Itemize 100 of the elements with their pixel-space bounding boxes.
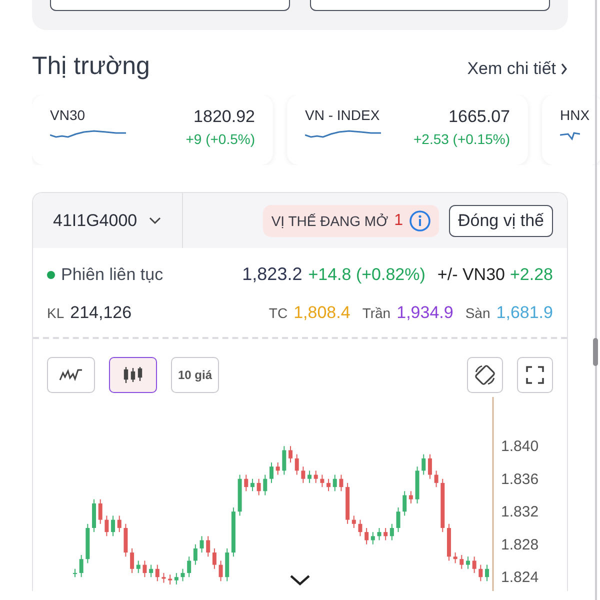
candle: [225, 548, 230, 582]
price-change: +14.8 (+0.82%): [308, 265, 426, 285]
action-button[interactable]: [310, 0, 550, 11]
axis-label: 1.840: [501, 438, 539, 456]
axis-label: 1.828: [501, 536, 539, 554]
candle: [200, 536, 204, 554]
candle: [370, 532, 375, 545]
candle: [193, 544, 198, 566]
candle: [326, 478, 331, 492]
reference-label: TC: [268, 305, 288, 321]
sparkline: [560, 129, 580, 141]
candle: [174, 572, 178, 585]
price-levels-button[interactable]: 10 giá: [171, 357, 220, 393]
candle: [485, 564, 489, 582]
candle: [332, 474, 337, 492]
floor-label: Sàn: [465, 305, 490, 321]
candle: [73, 568, 77, 578]
candle: [434, 470, 438, 488]
symbol-selector[interactable]: 41I1G4000: [33, 193, 183, 248]
action-button[interactable]: [50, 0, 290, 11]
index-card[interactable]: VN30 1820.92 +9 (+0.5%): [32, 95, 273, 165]
candle: [180, 568, 185, 582]
close-position-button[interactable]: Đóng vị thế: [449, 204, 553, 236]
candle: [301, 466, 306, 484]
index-value: 1665.07: [448, 107, 510, 127]
candle: [446, 523, 451, 562]
candle: [276, 462, 280, 476]
index-name: VN - INDEX: [305, 107, 381, 123]
info-icon[interactable]: [409, 210, 431, 232]
candle: [270, 462, 274, 484]
candle: [206, 536, 210, 558]
chart-type-button[interactable]: [47, 357, 95, 393]
candle: [466, 556, 470, 570]
index-name: VN30: [50, 107, 86, 123]
chart-type-button[interactable]: [109, 357, 157, 393]
scrollbar-thumb[interactable]: [593, 338, 598, 366]
candle: [86, 523, 90, 564]
candle: [256, 478, 261, 496]
candle: [294, 454, 299, 476]
candle: [250, 478, 254, 492]
chevron-down-icon: [149, 216, 162, 224]
candle: [98, 498, 102, 524]
section-title: Thị trường: [32, 52, 150, 81]
index-card[interactable]: VN - INDEX 1665.07 +2.53 (+0.15%): [287, 95, 528, 165]
candle: [130, 548, 134, 574]
candle: [478, 564, 483, 582]
candle: [390, 523, 394, 541]
candle: [308, 470, 312, 484]
badge-label: VỊ THẾ ĐANG MỞ: [271, 212, 388, 228]
candle: [187, 556, 192, 578]
candle: [111, 515, 116, 537]
ceiling-price: 1,934.9: [396, 303, 454, 323]
candle: [212, 548, 216, 570]
index-name: HNX: [560, 107, 590, 123]
axis-label: 1.836: [501, 470, 539, 488]
candle: [282, 446, 286, 476]
candle: [314, 470, 318, 484]
fullscreen-button[interactable]: [517, 357, 553, 393]
candle: [472, 556, 476, 574]
index-value: 1820.92: [194, 107, 255, 127]
candle: [396, 507, 400, 533]
axis-label: 1.832: [501, 504, 539, 521]
rotate-button[interactable]: [467, 357, 503, 393]
basis-label: +/- VN30: [437, 265, 505, 285]
candle: [162, 572, 166, 584]
candle: [408, 490, 413, 504]
index-change: +9 (+0.5%): [186, 131, 255, 147]
candle: [352, 515, 356, 528]
candle: [238, 474, 242, 516]
candle: [231, 507, 236, 558]
candle: [124, 523, 128, 558]
view-details-link[interactable]: Xem chi tiết: [467, 59, 568, 79]
session-label: Phiên liên tục: [61, 265, 164, 285]
candle: [358, 519, 362, 537]
candle: [440, 478, 445, 533]
reference-price: 1,808.4: [294, 303, 350, 323]
candle: [168, 574, 172, 585]
basis-value: +2.28: [510, 265, 553, 285]
status-dot: [47, 270, 55, 278]
candle: [288, 446, 292, 463]
candle: [460, 554, 464, 570]
candle: [104, 515, 109, 537]
candle: [92, 498, 96, 533]
candle: [149, 564, 154, 578]
ceiling-label: Trần: [362, 305, 391, 321]
rotate-icon: [473, 363, 497, 387]
candle: [422, 454, 426, 476]
candle: [384, 527, 388, 541]
candle: [428, 454, 432, 480]
index-card[interactable]: HNX: [542, 95, 600, 165]
volume-label: KL: [47, 305, 64, 321]
candle: [79, 554, 84, 578]
candle: [155, 564, 160, 582]
candle: [402, 490, 407, 516]
volume-value: 214,126: [70, 303, 132, 323]
chevron-down-icon: [289, 574, 311, 586]
badge-count: 1: [394, 212, 403, 230]
candle: [377, 527, 382, 541]
candlestick-icon: [123, 366, 143, 384]
chevron-right-icon: [560, 63, 568, 75]
